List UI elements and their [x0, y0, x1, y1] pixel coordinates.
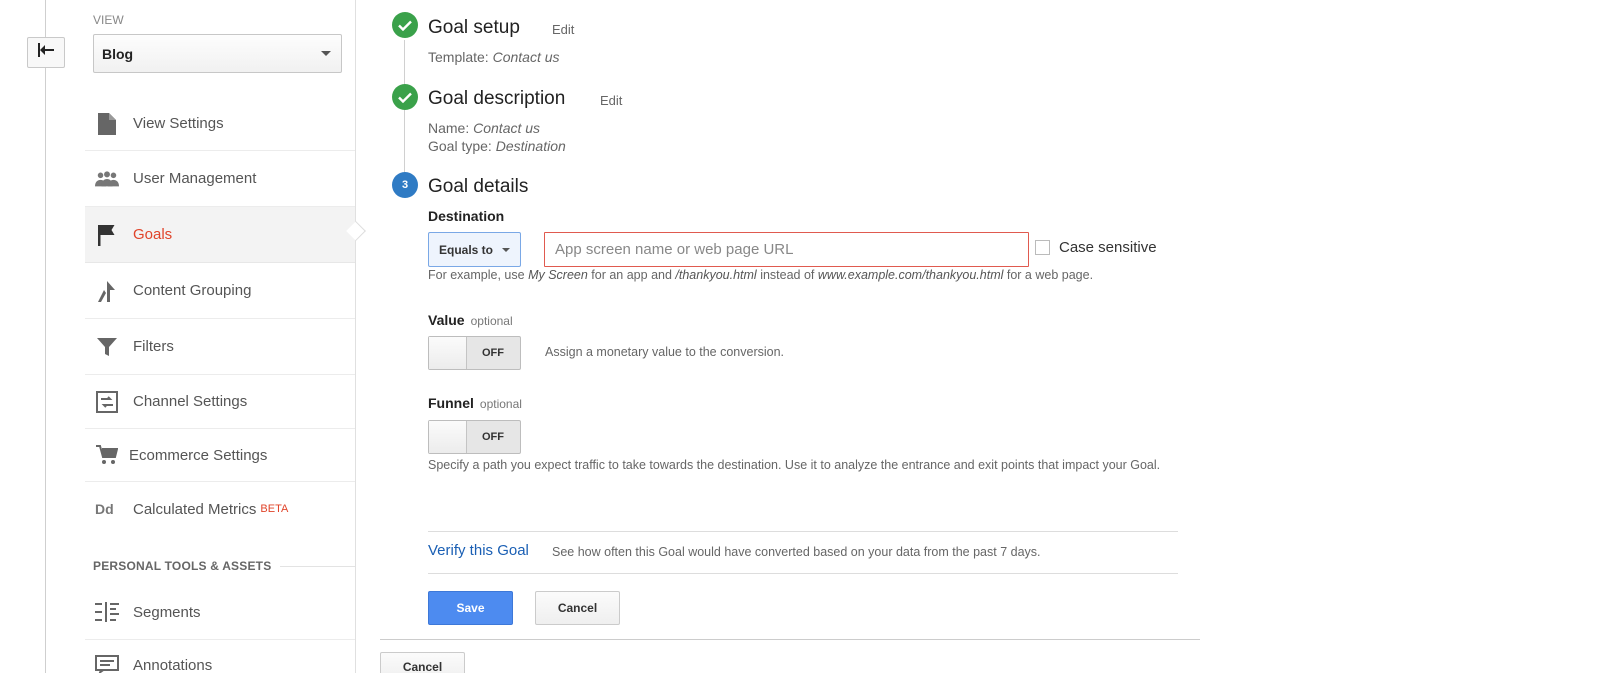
toggle-state: OFF	[482, 347, 504, 359]
annotations-icon	[95, 653, 119, 673]
help-example: My Screen	[528, 268, 588, 282]
value-label-text: Value	[428, 312, 465, 328]
step-number-badge: 3	[392, 172, 418, 198]
document-icon	[95, 112, 119, 136]
funnel-description: Specify a path you expect traffic to tak…	[428, 458, 1161, 472]
sidebar-item-label: View Settings	[133, 115, 224, 132]
back-arrow-icon	[37, 43, 55, 62]
verify-bottom-divider	[428, 573, 1178, 574]
goal-name-line: Name: Contact us	[428, 120, 540, 136]
destination-input[interactable]	[544, 232, 1029, 267]
goal-type-label: Goal type:	[428, 138, 492, 154]
toggle-knob	[429, 337, 467, 369]
name-label: Name:	[428, 120, 470, 136]
template-value: Contact us	[492, 49, 560, 65]
view-label: VIEW	[93, 13, 124, 27]
match-type-dropdown[interactable]: Equals to	[428, 232, 521, 267]
case-sensitive-label[interactable]: Case sensitive	[1059, 239, 1157, 256]
sidebar-item-user-management[interactable]: User Management	[85, 151, 355, 207]
form-bottom-divider	[380, 639, 1200, 640]
sidebar-item-label: Ecommerce Settings	[129, 446, 268, 464]
step-connector-line	[404, 40, 405, 180]
goal-details-title: Goal details	[428, 176, 529, 197]
goal-description-title: Goal description	[428, 88, 566, 109]
sidebar-item-label: Filters	[133, 338, 174, 355]
sidebar-item-label: Annotations	[133, 656, 213, 673]
help-text-part: for an app and	[591, 268, 672, 282]
funnel-toggle[interactable]: OFF	[428, 420, 521, 454]
goal-type-value: Destination	[495, 138, 566, 154]
destination-label: Destination	[428, 208, 505, 224]
sidebar-item-label: Goals	[133, 226, 173, 243]
verify-description: See how often this Goal would have conve…	[552, 545, 1041, 559]
funnel-label: Funnel optional	[428, 395, 522, 411]
cancel-button[interactable]: Cancel	[535, 591, 620, 625]
beta-badge: BETA	[260, 503, 289, 515]
help-text-part: instead of	[760, 268, 815, 282]
help-text-part: For example, use	[428, 268, 525, 282]
template-label: Template:	[428, 49, 489, 65]
sidebar-item-channel-settings[interactable]: Channel Settings	[85, 375, 355, 429]
sidebar-item-content-grouping[interactable]: Content Grouping	[85, 263, 355, 319]
view-select[interactable]: Blog	[93, 34, 342, 73]
back-button[interactable]	[27, 37, 65, 68]
match-type-value: Equals to	[439, 242, 494, 257]
help-example: /thankyou.html	[675, 268, 757, 282]
sidebar-item-annotations[interactable]: Annotations	[85, 640, 355, 673]
verify-goal-link[interactable]: Verify this Goal	[428, 542, 529, 559]
admin-sidebar: VIEW Blog View Settings User Management …	[85, 0, 356, 673]
sidebar-item-label: Channel Settings	[133, 393, 248, 410]
channel-settings-icon	[95, 390, 119, 414]
sidebar-item-label: User Management	[133, 170, 257, 187]
sidebar-item-filters[interactable]: Filters	[85, 319, 355, 375]
sidebar-item-segments[interactable]: Segments	[85, 585, 355, 640]
chevron-down-icon	[321, 51, 331, 56]
chevron-down-icon	[502, 247, 511, 252]
users-icon	[95, 167, 119, 191]
sidebar-item-ecommerce-settings[interactable]: Ecommerce Settings	[85, 429, 355, 482]
sidebar-item-view-settings[interactable]: View Settings	[85, 97, 355, 151]
outer-cancel-button[interactable]: Cancel	[380, 652, 465, 673]
segments-icon	[95, 600, 119, 624]
verify-top-divider	[428, 531, 1178, 532]
svg-text:Dd: Dd	[95, 501, 114, 517]
sidebar-item-label: Segments	[133, 603, 201, 621]
goal-setup-edit-link[interactable]: Edit	[552, 22, 574, 37]
section-divider	[280, 566, 355, 567]
help-text-part: for a web page.	[1006, 268, 1094, 282]
sidebar-item-label: Calculated Metrics	[133, 500, 257, 518]
funnel-label-text: Funnel	[428, 395, 474, 411]
help-example: www.example.com/thankyou.html	[817, 268, 1004, 282]
goal-description-edit-link[interactable]: Edit	[600, 93, 622, 108]
value-description: Assign a monetary value to the conversio…	[545, 345, 785, 359]
cart-icon	[95, 443, 119, 467]
personal-tools-heading: PERSONAL TOOLS & ASSETS	[93, 559, 272, 573]
name-value: Contact us	[473, 120, 541, 136]
toggle-knob	[429, 421, 467, 453]
checkmark-icon	[392, 84, 418, 110]
goal-type-line: Goal type: Destination	[428, 138, 566, 154]
value-toggle[interactable]: OFF	[428, 336, 521, 370]
sidebar-item-goals[interactable]: Goals	[85, 207, 355, 263]
sidebar-item-calculated-metrics[interactable]: Dd Calculated Metrics BETA	[85, 482, 355, 536]
content-grouping-icon	[95, 279, 119, 303]
checkmark-icon	[392, 12, 418, 38]
flag-icon	[95, 223, 119, 247]
destination-help-text: For example, use My Screen for an app an…	[428, 268, 1093, 282]
toggle-state: OFF	[482, 431, 504, 443]
calculated-metrics-icon: Dd	[95, 497, 119, 521]
filter-icon	[95, 335, 119, 359]
value-label: Value optional	[428, 312, 513, 328]
left-rail-line	[45, 0, 46, 673]
case-sensitive-checkbox[interactable]	[1035, 240, 1050, 255]
goal-setup-title: Goal setup	[428, 17, 520, 38]
view-selected-value: Blog	[102, 45, 134, 62]
optional-tag: optional	[470, 314, 513, 328]
optional-tag: optional	[479, 397, 522, 411]
save-button[interactable]: Save	[428, 591, 513, 625]
sidebar-item-label: Content Grouping	[133, 282, 252, 299]
goal-template-line: Template: Contact us	[428, 49, 560, 65]
